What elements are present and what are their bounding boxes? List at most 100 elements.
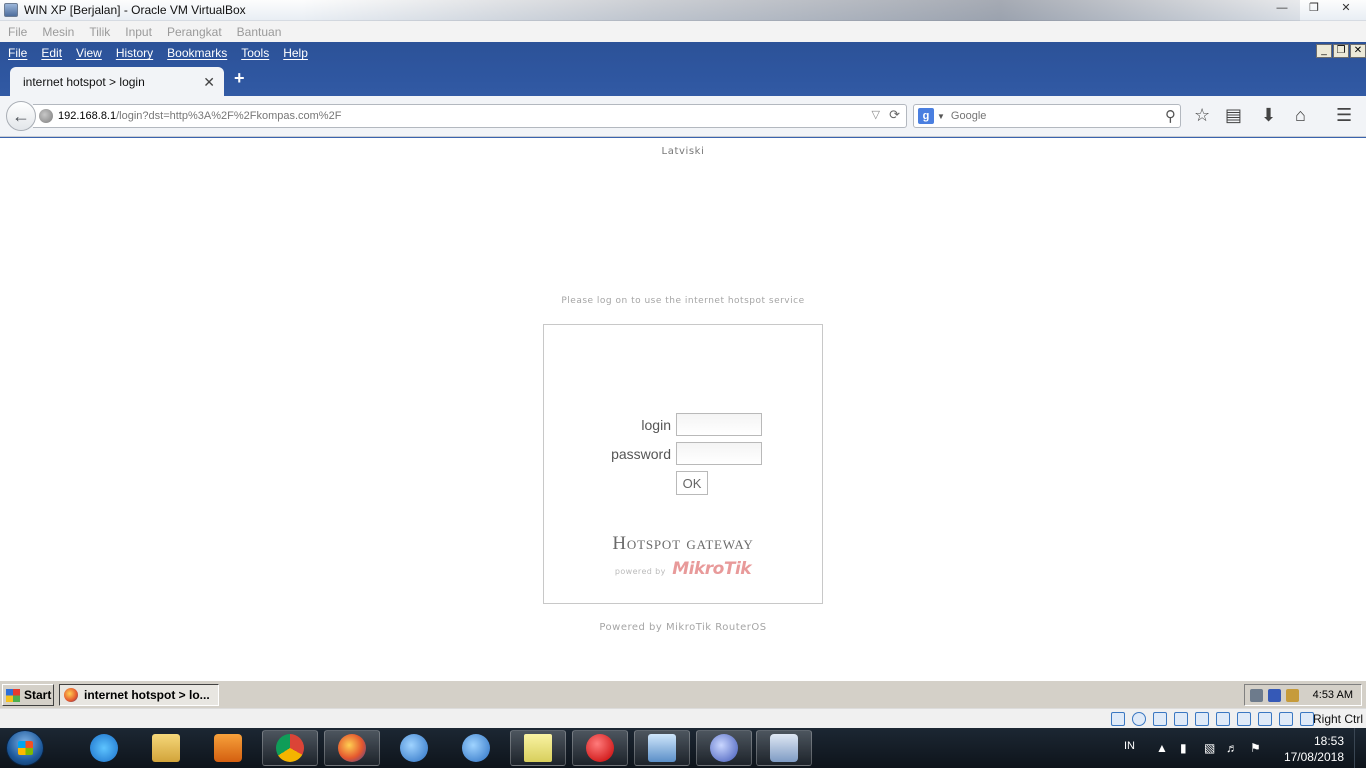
guest-restore-icon[interactable]: ❐	[1333, 44, 1349, 58]
virtualbox-host-icon	[770, 734, 798, 762]
display-status-icon[interactable]	[1195, 712, 1209, 726]
tray-expand-icon[interactable]: ▲	[1156, 741, 1168, 755]
taskbar-sticky-notes[interactable]	[510, 730, 566, 766]
taskbar-explorer[interactable]	[138, 730, 194, 766]
taskbar-firefox[interactable]	[324, 730, 380, 766]
vbox-menu-perangkat[interactable]: Perangkat	[167, 25, 222, 39]
search-engine-dropdown-icon[interactable]: ▼	[937, 112, 945, 121]
ok-button[interactable]: OK	[676, 471, 708, 495]
mouse-integration-icon[interactable]	[1279, 712, 1293, 726]
usb-status-icon[interactable]	[1153, 712, 1167, 726]
xp-clock[interactable]: 4:53 AM	[1313, 689, 1353, 701]
ff-menu-edit[interactable]: Edit	[41, 46, 62, 60]
recording-status-icon[interactable]	[1237, 712, 1251, 726]
internet-explorer-icon	[90, 734, 118, 762]
login-box: login password OK Hotspot gateway powere…	[543, 324, 823, 604]
tab-close-icon[interactable]: ✕	[203, 74, 215, 91]
search-input[interactable]	[950, 110, 1151, 122]
taskbar-chrome[interactable]	[262, 730, 318, 766]
record-icon	[586, 734, 614, 762]
navigation-toolbar: 192.168.8.1/login?dst=http%3A%2F%2Fkompa…	[0, 96, 1366, 137]
restore-icon[interactable]: ❐	[1298, 0, 1330, 18]
ff-menu-bookmarks[interactable]: Bookmarks	[167, 46, 227, 60]
url-dropdown-icon[interactable]: ▽	[872, 108, 880, 121]
xp-start-button[interactable]: Start	[2, 684, 54, 706]
password-input[interactable]	[676, 442, 762, 465]
language-indicator[interactable]: IN	[1124, 740, 1135, 752]
routeros-footer[interactable]: Powered by MikroTik RouterOS	[0, 622, 1366, 633]
taskbar-photo-viewer[interactable]	[634, 730, 690, 766]
page-content: Latviski Please log on to use the intern…	[0, 138, 1366, 678]
vbox-menu-mesin[interactable]: Mesin	[42, 25, 74, 39]
firefox-icon	[64, 688, 78, 702]
globe-icon[interactable]	[39, 109, 53, 123]
ff-menu-file[interactable]: File	[8, 46, 27, 60]
search-icon[interactable]: ⚲	[1165, 107, 1176, 125]
security-tray-icon[interactable]	[1286, 688, 1299, 702]
shared-folders-icon[interactable]	[1174, 712, 1188, 726]
hdd-status-icon[interactable]	[1111, 712, 1125, 726]
network-tray-icon[interactable]	[1250, 688, 1263, 702]
network-status-icon[interactable]	[1216, 712, 1230, 726]
taskbar-media-player[interactable]	[200, 730, 256, 766]
signal-icon[interactable]: ▧	[1204, 741, 1215, 755]
password-label: password	[611, 445, 671, 462]
vbox-menu-input[interactable]: Input	[125, 25, 152, 39]
downloads-icon[interactable]: ⬇	[1261, 105, 1276, 126]
taskbar-record-app[interactable]	[572, 730, 628, 766]
windows-start-orb-icon[interactable]	[6, 730, 44, 766]
ff-menu-help[interactable]: Help	[283, 46, 308, 60]
battery-icon[interactable]: ▮	[1180, 741, 1187, 755]
show-desktop-button[interactable]	[1354, 728, 1366, 768]
vbox-menu-bantuan[interactable]: Bantuan	[237, 25, 282, 39]
action-center-flag-icon[interactable]: ⚑	[1250, 741, 1261, 755]
reload-icon[interactable]: ⟳	[889, 107, 900, 123]
close-icon[interactable]: ✕	[1330, 0, 1362, 18]
guest-minimize-icon[interactable]: _	[1316, 44, 1332, 58]
gear-app-icon	[710, 734, 738, 762]
taskbar-virtualbox[interactable]	[756, 730, 812, 766]
tab-title: internet hotspot > login	[23, 75, 145, 89]
url-bar[interactable]: 192.168.8.1/login?dst=http%3A%2F%2Fkompa…	[33, 104, 907, 128]
minimize-icon[interactable]: —	[1266, 0, 1298, 18]
xp-task-label: internet hotspot > lo...	[84, 688, 210, 702]
firefox-host-icon	[338, 734, 366, 762]
google-icon[interactable]: g	[918, 108, 934, 124]
ff-menu-view[interactable]: View	[76, 46, 102, 60]
volume-icon[interactable]: ♬	[1226, 741, 1238, 755]
taskbar-winbox-1[interactable]	[386, 730, 442, 766]
mikrotik-wordmark: MikroTik	[672, 559, 752, 579]
title-bar-decoration	[300, 0, 1300, 21]
taskbar-ie[interactable]	[76, 730, 132, 766]
vbox-menu-file[interactable]: File	[8, 25, 27, 39]
new-tab-icon[interactable]: +	[234, 68, 245, 89]
optical-drive-icon[interactable]	[1132, 712, 1146, 726]
host-clock-time[interactable]: 18:53	[1314, 734, 1344, 748]
start-label: Start	[24, 688, 52, 702]
keyboard-status-icon[interactable]	[1300, 712, 1314, 726]
chrome-icon	[276, 734, 304, 762]
xp-task-firefox[interactable]: internet hotspot > lo...	[59, 684, 219, 706]
ff-menu-tools[interactable]: Tools	[241, 46, 269, 60]
login-input[interactable]	[676, 413, 762, 436]
back-arrow-icon: ←	[12, 105, 30, 126]
taskbar-app-8[interactable]	[696, 730, 752, 766]
hotspot-gateway-title: Hotspot gateway	[612, 533, 754, 554]
windows-flag-icon	[6, 688, 20, 702]
taskbar-winbox-2[interactable]	[448, 730, 504, 766]
ff-menu-history[interactable]: History	[116, 46, 153, 60]
back-button[interactable]: ←	[6, 101, 36, 131]
mouse-tray-icon[interactable]	[1268, 688, 1281, 702]
home-icon[interactable]: ⌂	[1295, 105, 1306, 126]
vbox-menu-tilik[interactable]: Tilik	[89, 25, 110, 39]
host-clock-date[interactable]: 17/08/2018	[1284, 750, 1344, 764]
vbox-title-bar: WIN XP [Berjalan] - Oracle VM VirtualBox…	[0, 0, 1366, 21]
bookmarks-list-icon[interactable]: ▤	[1225, 105, 1242, 126]
bookmark-star-icon[interactable]: ☆	[1194, 105, 1210, 126]
menu-hamburger-icon[interactable]: ☰	[1336, 105, 1352, 126]
guest-close-icon[interactable]: ✕	[1350, 44, 1366, 58]
mikrotik-logo: powered by MikroTik	[544, 559, 822, 579]
tab-hotspot-login[interactable]: internet hotspot > login ✕	[10, 67, 224, 97]
cpu-status-icon[interactable]	[1258, 712, 1272, 726]
language-link[interactable]: Latviski	[0, 146, 1366, 157]
